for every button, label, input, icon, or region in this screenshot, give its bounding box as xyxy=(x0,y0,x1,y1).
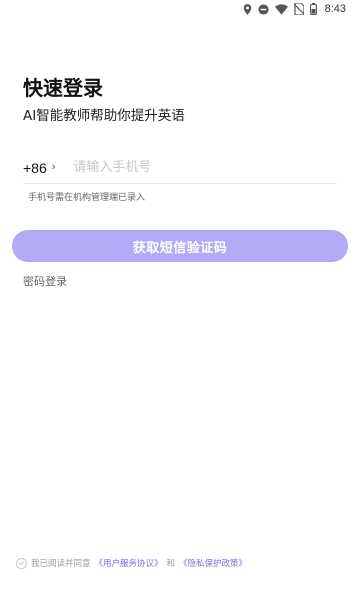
country-code-selector[interactable]: +86 › xyxy=(23,160,55,176)
page-subtitle: AI智能教师帮助你提升英语 xyxy=(23,108,185,124)
check-icon xyxy=(18,560,25,566)
location-icon xyxy=(243,3,252,15)
get-sms-code-button[interactable]: 获取短信验证码 xyxy=(12,230,348,262)
agreement-conjunction: 和 xyxy=(166,559,176,569)
agreement-prefix: 我已阅读并同意 xyxy=(31,559,91,569)
status-bar: 8:43 xyxy=(0,0,360,18)
wifi-icon xyxy=(274,3,288,15)
agreement-checkbox[interactable] xyxy=(16,557,27,569)
phone-hint-text: 手机号需在机构管理端已录入 xyxy=(28,193,146,203)
page-title: 快速登录 xyxy=(23,76,103,100)
agreement-row: 我已阅读并同意 《用户服务协议》 和 《隐私保护政策》 xyxy=(16,555,350,571)
phone-number-input[interactable] xyxy=(73,160,337,175)
user-agreement-link[interactable]: 《用户服务协议》 xyxy=(95,557,163,569)
password-login-link[interactable]: 密码登录 xyxy=(23,273,67,289)
privacy-policy-link[interactable]: 《隐私保护政策》 xyxy=(179,557,247,569)
phone-input-row: +86 › xyxy=(23,152,337,184)
battery-icon xyxy=(309,3,317,15)
login-screen: 8:43 快速登录 AI智能教师帮助你提升英语 +86 › 手机号需在机构管理端… xyxy=(0,0,360,600)
no-sim-icon xyxy=(293,3,304,15)
country-code-label: +86 xyxy=(23,159,47,176)
status-time: 8:43 xyxy=(324,3,346,15)
chevron-right-icon: › xyxy=(51,161,56,173)
do-not-disturb-icon xyxy=(258,3,269,15)
